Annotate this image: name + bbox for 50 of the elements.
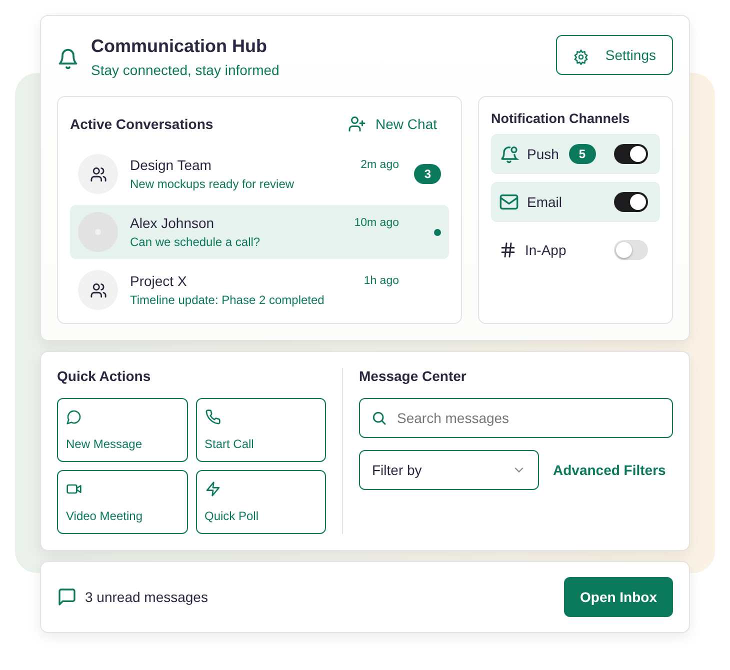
contact-name: Alex Johnson xyxy=(130,215,214,231)
quick-action-button[interactable]: Video Meeting xyxy=(57,470,188,534)
unread-count: 3 xyxy=(414,164,441,184)
bell-icon xyxy=(499,144,519,164)
toggle-switch[interactable] xyxy=(614,144,648,164)
users-icon xyxy=(90,166,106,182)
app-title: Communication Hub xyxy=(91,36,268,57)
unread-summary: 3 unread messages xyxy=(85,589,209,605)
chat-bubble-icon xyxy=(66,409,82,425)
users-icon xyxy=(90,282,106,298)
section-title: Notification Channels xyxy=(491,111,631,126)
message-preview: Can we schedule a call? xyxy=(130,235,262,249)
bell-icon xyxy=(57,47,79,71)
phone-icon xyxy=(204,409,220,425)
channel-label: Email xyxy=(527,194,562,210)
contact-name: Design Team xyxy=(130,157,212,173)
settings-icon xyxy=(573,49,590,65)
channel-label: In-App xyxy=(525,242,566,258)
message-time: 2m ago xyxy=(360,159,399,171)
notification-count: 5 xyxy=(568,144,596,164)
envelope-icon xyxy=(499,192,519,212)
quick-action-button[interactable]: Start Call xyxy=(196,398,326,462)
lightning-icon xyxy=(204,481,220,497)
message-preview: New mockups ready for review xyxy=(130,177,296,191)
contact-name: Project X xyxy=(130,273,187,289)
conversation-item[interactable]: Design Team 2m ago New mockups ready for review 3 xyxy=(70,147,449,201)
filter-dropdown[interactable]: Filter by xyxy=(359,450,539,490)
toggle-switch[interactable] xyxy=(614,192,648,212)
section-title: Active Conversations xyxy=(70,116,214,132)
quick-action-button[interactable]: New Message xyxy=(57,398,188,462)
conversation-item[interactable]: Alex Johnson 10m ago Can we schedule a call? xyxy=(70,205,449,259)
add-user-icon xyxy=(348,115,366,133)
hash-icon xyxy=(499,241,517,259)
settings-button[interactable]: Settings xyxy=(556,35,673,75)
section-title: Quick Actions xyxy=(57,368,152,384)
section-title: Message Center xyxy=(359,368,468,384)
message-time: 1h ago xyxy=(364,275,399,287)
search-icon xyxy=(371,410,387,426)
new-chat-button[interactable]: New Chat xyxy=(336,111,449,137)
quick-action-button[interactable]: Quick Poll xyxy=(196,470,326,534)
message-preview: Timeline update: Phase 2 completed xyxy=(130,293,326,307)
app-subtitle: Stay connected, stay informed xyxy=(91,62,280,78)
chat-bubble-icon xyxy=(57,587,77,607)
message-time: 10m ago xyxy=(354,217,399,229)
open-inbox-button[interactable]: Open Inbox xyxy=(564,577,673,617)
channel-label: Push xyxy=(527,146,559,162)
search-field[interactable]: Search messages xyxy=(359,398,673,438)
conversation-item[interactable]: Project X 1h ago Timeline update: Phase 2 completed xyxy=(70,263,449,317)
advanced-filters-link[interactable]: Advanced Filters xyxy=(553,462,666,478)
toggle-switch[interactable] xyxy=(614,240,648,260)
